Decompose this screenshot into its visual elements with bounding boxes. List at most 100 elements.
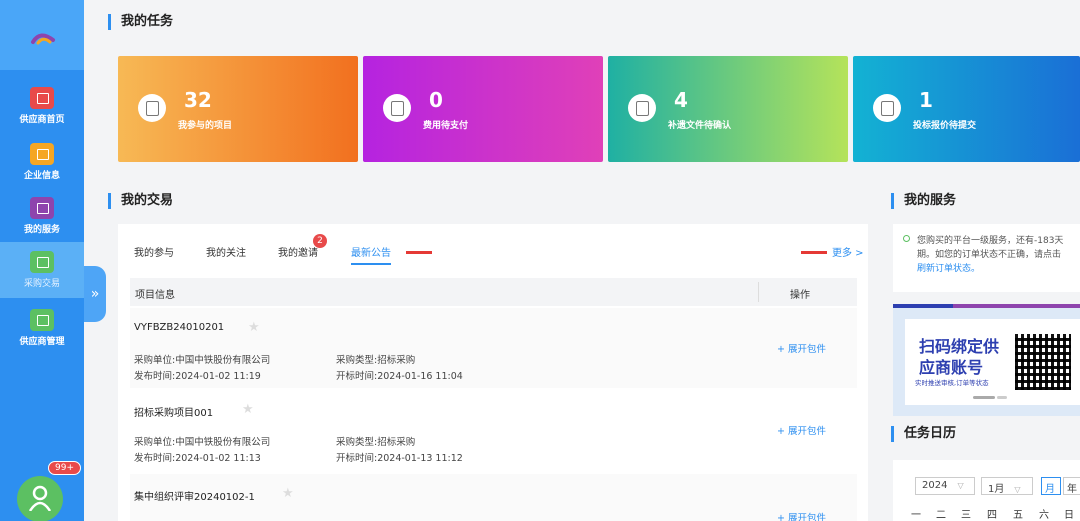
weekday-label: 四 (987, 510, 997, 521)
project-name: VYFBZB24010201 (134, 322, 225, 333)
sidebar-item-company-info[interactable]: 企业信息 (0, 134, 84, 190)
promo-subtitle: 实时推送审核,订单等状态 (915, 379, 989, 387)
tab-my-invitations[interactable]: 我的邀请 (278, 244, 318, 259)
table-header: 项目信息 操作 (130, 278, 857, 306)
tab-my-follows[interactable]: 我的关注 (206, 244, 246, 259)
type-text: 采购类型:招标采购 (336, 355, 416, 366)
calendar-panel: 2024 ▽ 1月 ▽ 月 年 一 二 三 四 五 六 日 (893, 460, 1080, 521)
sidebar-item-supplier-management[interactable]: 供应商管理 (0, 300, 84, 356)
sidebar: 供应商首页 企业信息 我的服务 采购交易 供应商管理 99+ (0, 0, 84, 521)
tasks-section-title: 我的任务 (108, 14, 173, 30)
star-icon[interactable]: ★ (282, 486, 294, 501)
sidebar-item-label: 供应商首页 (19, 115, 65, 125)
task-count: 1 (919, 88, 933, 112)
qr-code-icon (1015, 334, 1071, 390)
sidebar-item-label: 我的服务 (23, 225, 60, 235)
expand-packages-button[interactable]: + 展开包件 (777, 423, 826, 437)
sidebar-item-supplier-home[interactable]: 供应商首页 (0, 78, 84, 134)
promo-title: 应商账号 (919, 358, 984, 377)
home-icon (30, 87, 54, 109)
view-month-button[interactable]: 月 (1041, 477, 1061, 495)
task-card-fees[interactable]: 0 费用待支付 (363, 56, 603, 162)
weekday-label: 五 (1013, 510, 1023, 521)
calendar-section-title: 任务日历 (891, 426, 956, 442)
column-divider (758, 282, 759, 302)
invite-count-badge: 2 (313, 234, 327, 248)
task-card-projects[interactable]: 32 我参与的项目 (118, 56, 358, 162)
task-label: 投标报价待提交 (913, 121, 977, 131)
services-section-title: 我的服务 (891, 193, 956, 209)
carousel-indicator[interactable] (997, 396, 1007, 399)
user-icon (28, 485, 52, 511)
sidebar-toggle-button[interactable]: » (84, 266, 106, 322)
project-icon (138, 94, 166, 122)
star-icon[interactable]: ★ (242, 402, 254, 417)
management-icon (30, 309, 54, 331)
project-name: 招标采购项目001 (134, 408, 214, 419)
company-icon (30, 143, 54, 165)
publish-time: 发布时间:2024-01-02 11:13 (134, 453, 261, 464)
annotation-arrow (406, 251, 432, 254)
star-icon[interactable]: ★ (248, 320, 260, 335)
project-name: 集中组织评审20240102-1 (134, 492, 255, 503)
task-label: 我参与的项目 (178, 121, 233, 131)
sidebar-item-label: 企业信息 (23, 171, 60, 181)
service-notice-line: 您购买的平台一级服务，还有-183天 (917, 236, 1064, 246)
task-card-addendum[interactable]: 4 补遗文件待确认 (608, 56, 848, 162)
services-icon (30, 197, 54, 219)
trade-section-title: 我的交易 (108, 193, 173, 209)
view-year-button[interactable]: 年 (1063, 477, 1080, 495)
chevron-down-icon: ▽ (1014, 485, 1021, 494)
buyer-text: 采购单位:中国中铁股份有限公司 (134, 437, 271, 448)
open-time: 开标时间:2024-01-16 11:04 (336, 371, 463, 382)
tab-latest-announcements[interactable]: 最新公告 (351, 244, 391, 265)
service-notice-line: 期。如您的订单状态不正确，请点击 (917, 250, 1062, 260)
weekday-label: 六 (1039, 510, 1049, 521)
type-text: 采购类型:招标采购 (336, 437, 416, 448)
chevron-down-icon: ▽ (957, 481, 964, 490)
fee-icon (383, 94, 411, 122)
task-card-bids[interactable]: 1 投标报价待提交 (853, 56, 1080, 162)
task-label: 补遗文件待确认 (668, 121, 732, 131)
notification-badge: 99+ (48, 461, 81, 475)
trade-panel: 我的参与 我的关注 我的邀请 2 最新公告 更多 > 项目信息 操作 VYFBZ… (118, 224, 868, 521)
publish-time: 发布时间:2024-01-02 11:19 (134, 371, 261, 382)
tab-my-participation[interactable]: 我的参与 (134, 244, 174, 259)
task-count: 32 (184, 88, 212, 112)
table-row: 集中组织评审20240102-1 ★ + 展开包件 (130, 474, 857, 521)
carousel-indicator[interactable] (973, 396, 995, 399)
task-label: 费用待支付 (423, 121, 469, 131)
banner-stripe (893, 304, 953, 308)
sidebar-item-label: 采购交易 (23, 279, 60, 289)
year-select[interactable]: 2024 ▽ (915, 477, 975, 495)
sidebar-item-procurement[interactable]: 采购交易 (0, 242, 84, 298)
weekday-label: 日 (1064, 510, 1074, 521)
column-header-info: 项目信息 (135, 290, 175, 301)
app-logo-icon (31, 33, 55, 45)
sidebar-item-my-services[interactable]: 我的服务 (0, 188, 84, 244)
expand-packages-button[interactable]: + 展开包件 (777, 341, 826, 355)
promo-banner[interactable]: 扫码绑定供 应商账号 实时推送审核,订单等状态 (893, 304, 1080, 416)
bullet-icon (903, 235, 910, 242)
weekday-label: 二 (936, 510, 946, 521)
sidebar-item-label: 供应商管理 (19, 337, 65, 347)
column-header-action: 操作 (790, 290, 810, 301)
services-panel: 您购买的平台一级服务，还有-183天 期。如您的订单状态不正确，请点击 刷新订单… (893, 224, 1080, 292)
table-row: 招标采购项目001 ★ 采购单位:中国中铁股份有限公司 采购类型:招标采购 发布… (130, 390, 857, 470)
avatar[interactable] (17, 476, 63, 521)
procurement-icon (30, 251, 54, 273)
annotation-arrow (801, 251, 827, 254)
buyer-text: 采购单位:中国中铁股份有限公司 (134, 355, 271, 366)
open-time: 开标时间:2024-01-13 11:12 (336, 453, 463, 464)
bid-icon (873, 94, 901, 122)
weekday-label: 三 (961, 510, 971, 521)
task-count: 0 (429, 88, 443, 112)
weekday-label: 一 (911, 510, 921, 521)
more-link[interactable]: 更多 > (832, 244, 864, 259)
expand-packages-button[interactable]: + 展开包件 (777, 510, 826, 521)
document-icon (628, 94, 656, 122)
refresh-order-link[interactable]: 刷新订单状态。 (917, 261, 980, 274)
banner-stripe (953, 304, 1080, 308)
month-select[interactable]: 1月 ▽ (981, 477, 1033, 495)
table-row: VYFBZB24010201 ★ 采购单位:中国中铁股份有限公司 采购类型:招标… (130, 308, 857, 388)
